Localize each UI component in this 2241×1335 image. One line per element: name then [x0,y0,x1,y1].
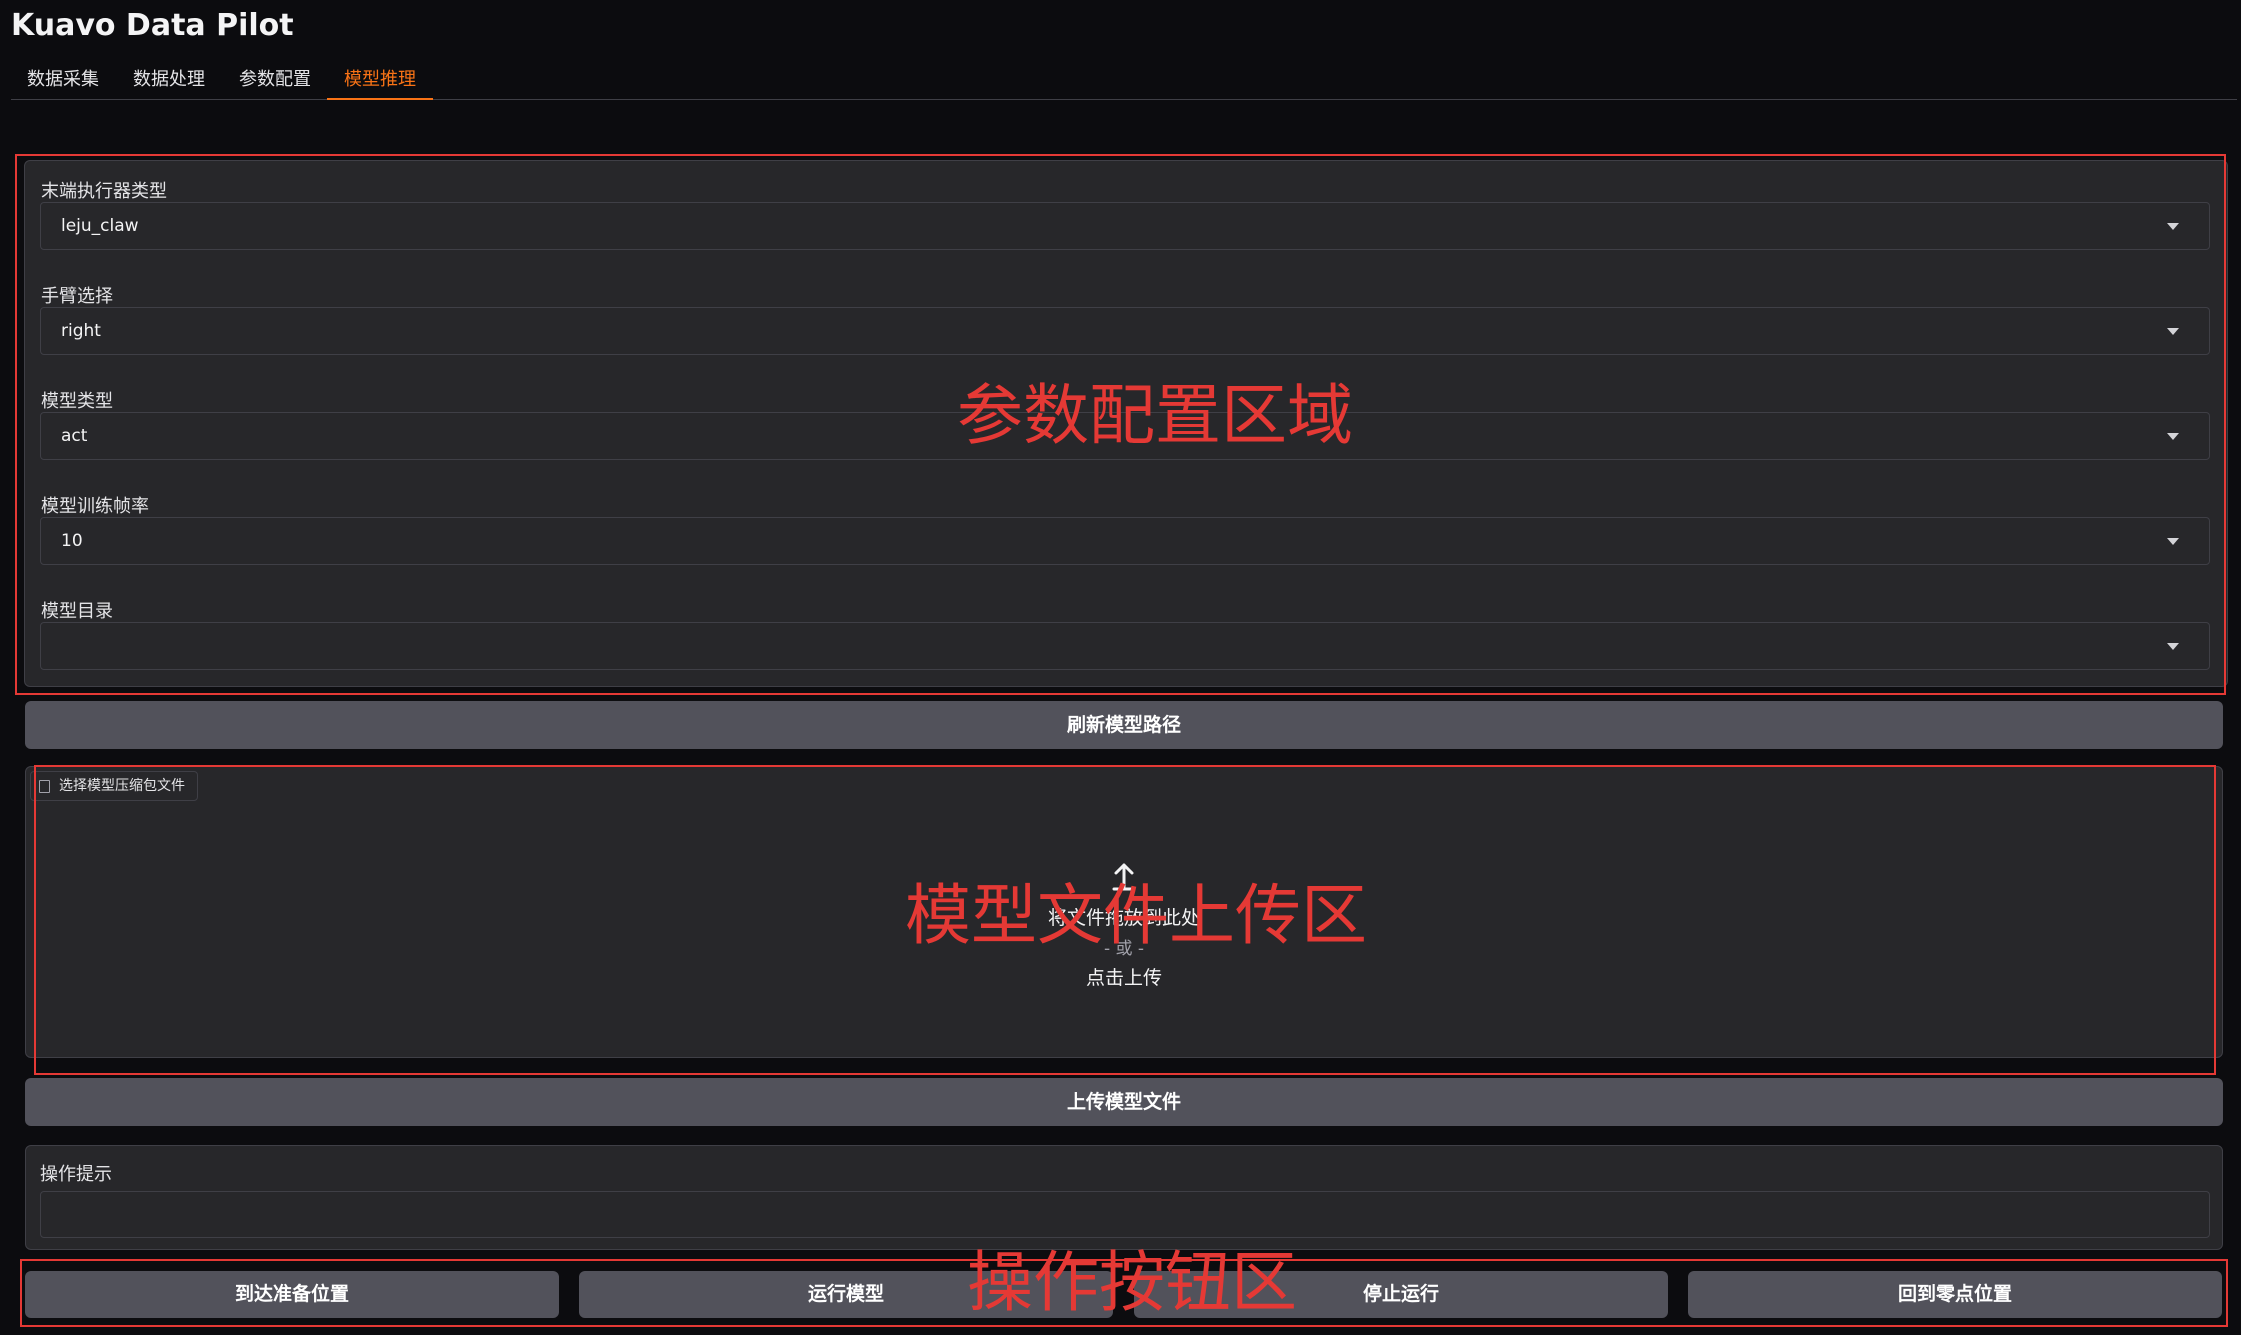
run-model-button[interactable]: 运行模型 [579,1271,1113,1318]
operation-hint-label: 操作提示 [40,1164,112,1185]
return-zero-position-button[interactable]: 回到零点位置 [1688,1271,2222,1318]
or-text: - 或 - [1103,939,1145,959]
model-type-label: 模型类型 [41,391,113,412]
file-icon [39,780,50,793]
operation-hint-textbox[interactable] [40,1191,2210,1238]
drop-text: 将文件拖放到此处 [1047,907,1200,929]
refresh-model-path-button[interactable]: 刷新模型路径 [25,701,2223,749]
app-title: Kuavo Data Pilot [11,8,294,43]
train-fps-value: 10 [61,531,83,551]
train-fps-dropdown[interactable]: 10 [40,517,2210,565]
arm-select-value: right [61,321,101,341]
end-effector-dropdown[interactable]: leju_claw [40,202,2210,250]
upload-chip: 选择模型压缩包文件 [30,771,198,801]
end-effector-value: leju_claw [61,216,139,236]
stop-run-button[interactable]: 停止运行 [1134,1271,1668,1318]
chevron-down-icon [2167,643,2179,650]
arm-select-dropdown[interactable]: right [40,307,2210,355]
config-panel: 末端执行器类型 leju_claw 手臂选择 right 模型类型 act 模型… [24,160,2228,687]
end-effector-label: 末端执行器类型 [41,181,167,202]
chevron-down-icon [2167,433,2179,440]
train-fps-label: 模型训练帧率 [41,496,149,517]
model-type-dropdown[interactable]: act [40,412,2210,460]
tab-data-collection[interactable]: 数据采集 [11,60,115,100]
model-dir-label: 模型目录 [41,601,113,622]
upload-prompt: 将文件拖放到此处 - 或 - 点击上传 [26,857,2222,990]
tab-data-processing[interactable]: 数据处理 [117,60,221,100]
click-to-upload[interactable]: 点击上传 [26,963,2222,990]
model-file-dropzone[interactable]: 选择模型压缩包文件 将文件拖放到此处 - 或 - 点击上传 [25,766,2223,1058]
upload-chip-label: 选择模型压缩包文件 [59,778,185,794]
arm-select-label: 手臂选择 [41,286,113,307]
model-dir-dropdown[interactable] [40,622,2210,670]
model-type-value: act [61,426,88,446]
chevron-down-icon [2167,538,2179,545]
chevron-down-icon [2167,328,2179,335]
upload-model-file-button[interactable]: 上传模型文件 [25,1078,2223,1126]
tab-model-inference[interactable]: 模型推理 [327,60,433,100]
go-ready-position-button[interactable]: 到达准备位置 [25,1271,559,1318]
tab-bar: 数据采集 数据处理 参数配置 模型推理 [11,60,2237,100]
tab-parameter-config[interactable]: 参数配置 [223,60,327,100]
operation-hint-panel: 操作提示 [25,1145,2223,1250]
upload-icon [1112,863,1136,891]
chevron-down-icon [2167,223,2179,230]
